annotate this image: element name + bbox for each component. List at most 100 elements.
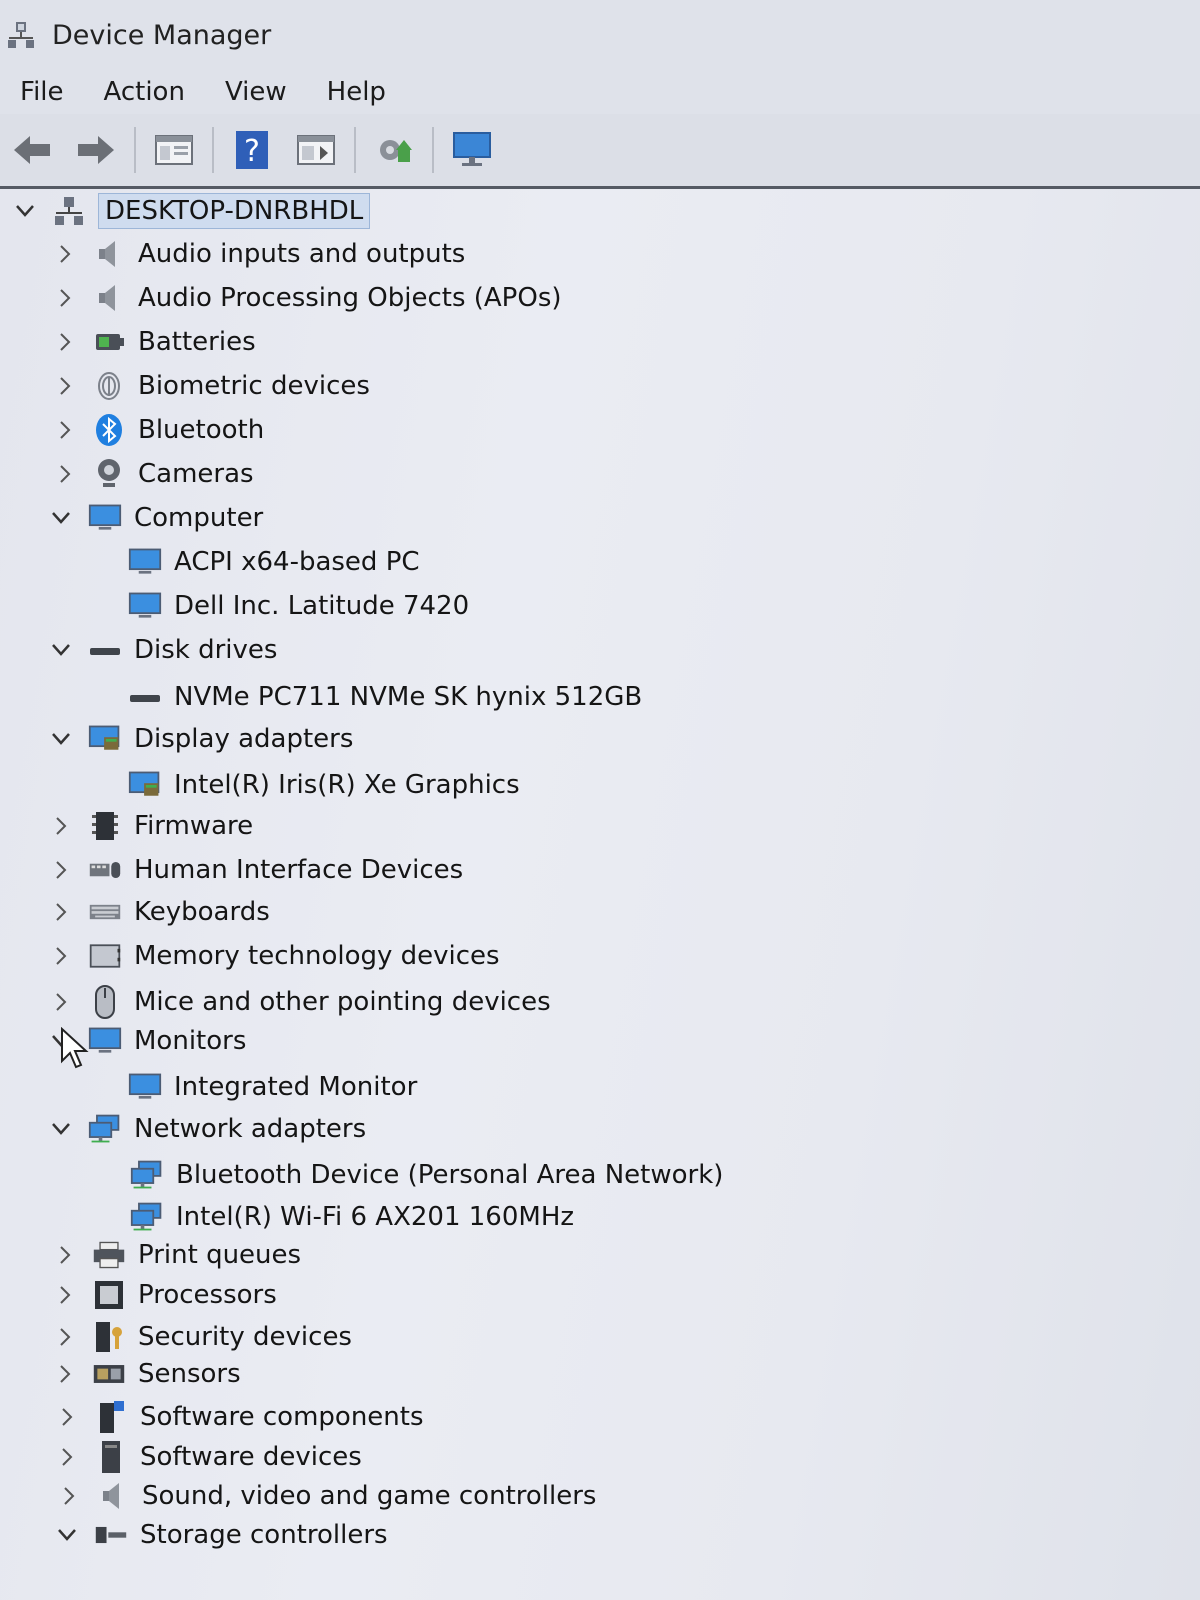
chevron-right-icon[interactable] [54,331,76,353]
tree-item-label: ACPI x64-based PC [174,547,420,577]
tree-item-intel-wifi[interactable]: Intel(R) Wi-Fi 6 AX201 160MHz [130,1197,574,1237]
tree-item-label: Disk drives [134,635,278,665]
help-button[interactable]: ? [227,125,277,175]
firmware-icon [88,809,122,843]
toolbar-separator [134,127,136,173]
chevron-right-icon[interactable] [56,1446,78,1468]
chevron-down-icon[interactable] [50,1118,72,1140]
processor-icon [92,1278,126,1312]
tree-item-batteries[interactable]: Batteries [54,322,256,362]
menu-action[interactable]: Action [84,77,205,107]
tree-item-security[interactable]: Security devices [54,1317,352,1357]
chevron-down-icon[interactable] [14,200,36,222]
tree-item-audio-inputs[interactable]: Audio inputs and outputs [54,234,465,274]
toolbar-separator [432,127,434,173]
toolbar-separator [212,127,214,173]
tree-item-dell-latitude[interactable]: Dell Inc. Latitude 7420 [128,586,469,626]
tree-item-software-components[interactable]: Software components [56,1397,424,1437]
tree-item-bluetooth[interactable]: Bluetooth [54,410,264,450]
tree-item-bluetooth-pan[interactable]: Bluetooth Device (Personal Area Network) [130,1155,723,1195]
tree-root[interactable]: DESKTOP-DNRBHDL [14,191,371,231]
tree-item-keyboards[interactable]: Keyboards [50,892,270,932]
tree-item-label: Computer [134,503,264,533]
chevron-right-icon[interactable] [50,901,72,923]
chevron-right-icon[interactable] [54,463,76,485]
tree-item-network-adapters[interactable]: Network adapters [50,1109,366,1149]
tree-item-label: Firmware [134,811,254,841]
tree-item-sensors[interactable]: Sensors [54,1354,241,1394]
tree-item-label: Display adapters [134,724,354,754]
chevron-down-icon[interactable] [56,1524,78,1546]
tree-item-integrated-monitor[interactable]: Integrated Monitor [128,1067,417,1107]
scan-hardware-icon [380,140,412,162]
tree-item-print-queues[interactable]: Print queues [54,1235,301,1275]
tree-item-label: Intel(R) Iris(R) Xe Graphics [174,770,520,800]
title-bar: Device Manager [0,0,1200,70]
tree-item-nvme[interactable]: NVMe PC711 NVMe SK hynix 512GB [128,677,642,717]
tree-item-hid[interactable]: Human Interface Devices [50,850,463,890]
computer-icon [128,589,162,623]
chevron-right-icon[interactable] [54,1363,76,1385]
chevron-right-icon[interactable] [54,243,76,265]
tree-item-label: Software components [140,1402,424,1432]
chevron-right-icon[interactable] [54,1284,76,1306]
computer-icon [128,545,162,579]
chevron-right-icon[interactable] [58,1485,80,1507]
display-adapter-icon [128,768,162,802]
tree-item-acpi-pc[interactable]: ACPI x64-based PC [128,542,420,582]
tree-item-disk-drives[interactable]: Disk drives [50,630,277,670]
toolbar-separator [354,127,356,173]
network-icon [88,1112,122,1146]
speaker-icon [92,281,126,315]
root-label: DESKTOP-DNRBHDL [98,193,371,229]
tree-item-display-adapters[interactable]: Display adapters [50,719,353,759]
tree-item-mice[interactable]: Mice and other pointing devices [50,982,551,1022]
tree-item-software-devices[interactable]: Software devices [56,1437,362,1477]
menu-file[interactable]: File [0,77,84,107]
tree-item-cameras[interactable]: Cameras [54,454,254,494]
chevron-right-icon[interactable] [50,991,72,1013]
properties-button[interactable] [149,125,199,175]
tree-item-sound-video[interactable]: Sound, video and game controllers [58,1476,596,1516]
scan-hardware-button[interactable] [369,125,419,175]
back-icon [14,136,50,164]
tree-item-biometric[interactable]: Biometric devices [54,366,370,406]
forward-icon [78,136,114,164]
tree-item-label: Mice and other pointing devices [134,987,551,1017]
chevron-right-icon[interactable] [56,1406,78,1428]
chevron-right-icon[interactable] [50,945,72,967]
svg-text:?: ? [244,134,260,169]
tree-item-audio-processing[interactable]: Audio Processing Objects (APOs) [54,278,562,318]
chevron-right-icon[interactable] [54,1326,76,1348]
network-icon [130,1200,164,1234]
tree-item-processors[interactable]: Processors [54,1275,277,1315]
tree-item-label: Dell Inc. Latitude 7420 [174,591,470,621]
tree-item-memory[interactable]: Memory technology devices [50,936,500,976]
show-hidden-button[interactable] [291,125,341,175]
chevron-right-icon[interactable] [50,859,72,881]
chevron-right-icon[interactable] [54,419,76,441]
speaker-icon [96,1479,130,1513]
tree-item-label: Sound, video and game controllers [142,1481,597,1511]
forward-button[interactable] [71,125,121,175]
chevron-down-icon[interactable] [50,507,72,529]
printer-icon [92,1238,126,1272]
tree-item-label: Storage controllers [140,1520,388,1550]
menu-help[interactable]: Help [307,77,406,107]
monitor-icon [128,1070,162,1104]
back-button[interactable] [7,125,57,175]
tree-item-intel-iris[interactable]: Intel(R) Iris(R) Xe Graphics [128,765,520,805]
security-icon [92,1320,126,1354]
monitor-button[interactable] [447,125,497,175]
chevron-right-icon[interactable] [50,815,72,837]
tree-item-computer[interactable]: Computer [50,498,263,538]
chevron-down-icon[interactable] [50,728,72,750]
chevron-down-icon[interactable] [50,639,72,661]
chevron-right-icon[interactable] [54,375,76,397]
hid-icon [88,853,122,887]
menu-view[interactable]: View [205,77,307,107]
tree-item-firmware[interactable]: Firmware [50,806,253,846]
chevron-right-icon[interactable] [54,287,76,309]
chevron-right-icon[interactable] [54,1244,76,1266]
tree-item-storage-controllers[interactable]: Storage controllers [56,1515,388,1555]
